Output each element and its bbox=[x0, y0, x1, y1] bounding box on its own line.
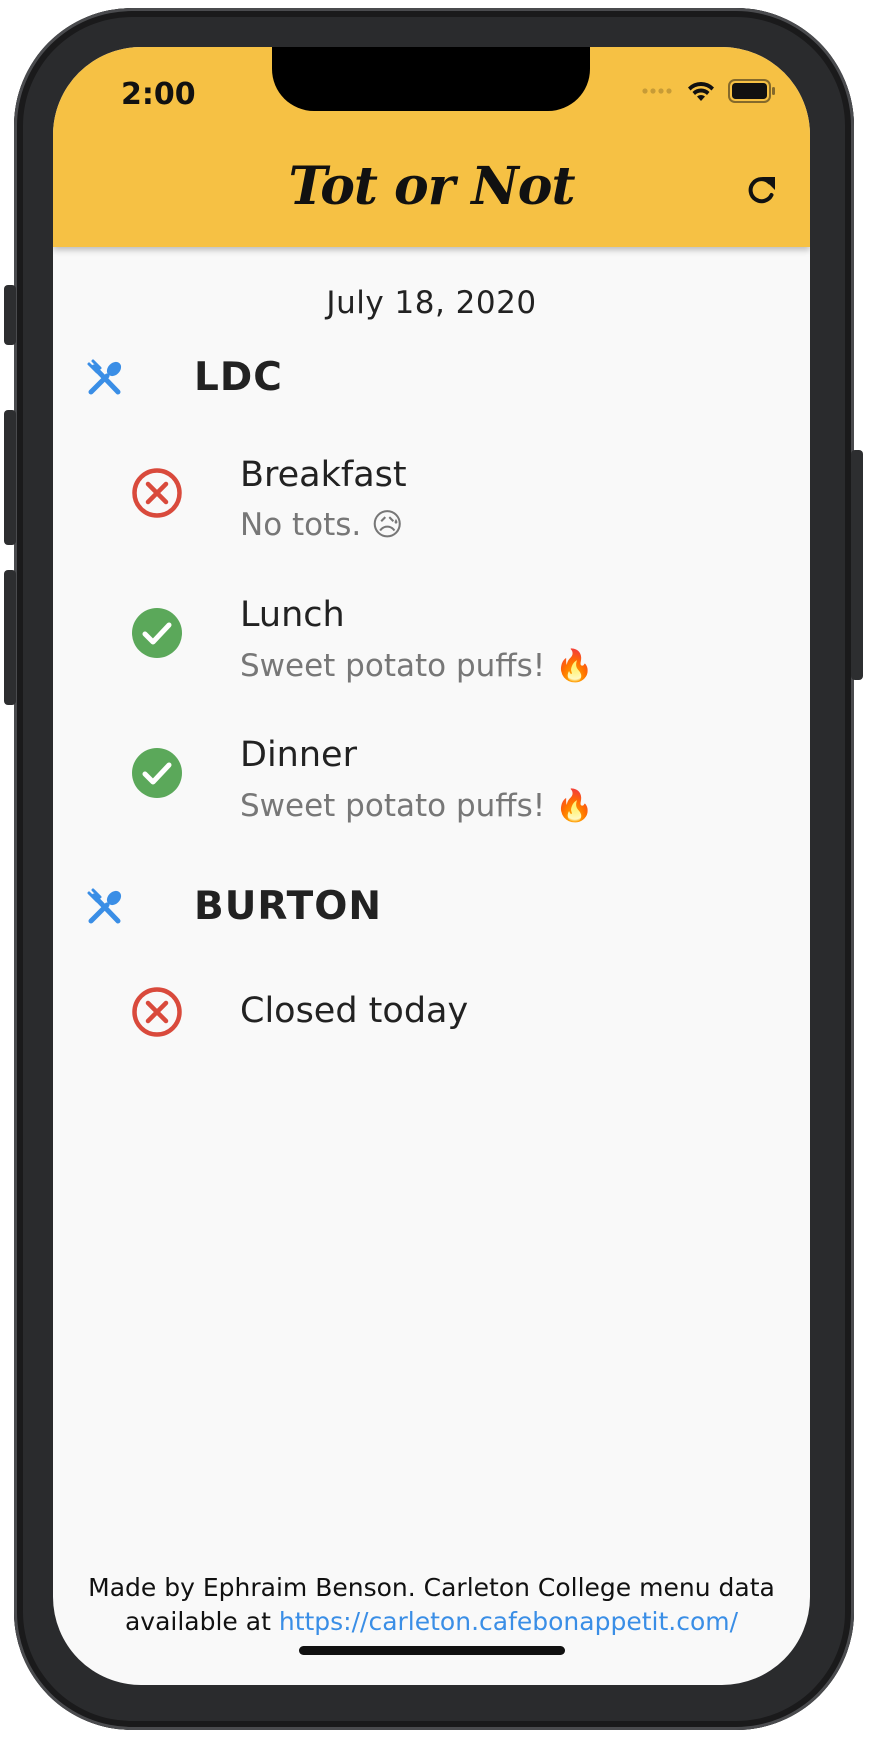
meal-name: Dinner bbox=[240, 735, 357, 775]
app-screen: 2:00 Tot or Not July 18, 2020 LDC Breakf… bbox=[53, 47, 810, 1685]
notch bbox=[272, 47, 590, 111]
refresh-icon[interactable] bbox=[742, 171, 782, 211]
utensils-icon bbox=[87, 359, 122, 395]
utensils-icon bbox=[87, 888, 122, 924]
meal-name: Breakfast bbox=[240, 455, 407, 495]
footer-credits: Made by Ephraim Benson. Carleton College… bbox=[53, 1571, 810, 1639]
check-circle-icon bbox=[132, 748, 182, 798]
status-icons bbox=[642, 79, 776, 103]
power-button bbox=[851, 450, 863, 680]
battery-icon bbox=[728, 79, 775, 103]
app-title: Tot or Not bbox=[288, 156, 576, 217]
x-circle-icon bbox=[132, 987, 182, 1037]
menu-data-link[interactable]: https://carleton.cafebonappetit.com/ bbox=[279, 1607, 738, 1636]
x-circle-icon bbox=[132, 468, 182, 518]
dining-hall-name: LDC bbox=[194, 355, 283, 400]
meal-name: Lunch bbox=[240, 595, 345, 635]
mute-switch bbox=[4, 285, 16, 345]
meal-description: Sweet potato puffs! 🔥 bbox=[240, 788, 594, 824]
meal-description: Sweet potato puffs! 🔥 bbox=[240, 648, 594, 684]
menu-date: July 18, 2020 bbox=[326, 285, 537, 321]
dining-hall-name: BURTON bbox=[194, 884, 383, 929]
check-circle-icon bbox=[132, 608, 182, 658]
cellular-signal-icon bbox=[642, 88, 672, 94]
home-indicator[interactable] bbox=[299, 1646, 565, 1655]
wifi-icon bbox=[688, 81, 714, 101]
volume-down-button bbox=[4, 570, 16, 705]
meal-description: No tots. 😥 bbox=[240, 507, 404, 543]
status-time: 2:00 bbox=[121, 77, 196, 112]
volume-up-button bbox=[4, 410, 16, 545]
meal-name: Closed today bbox=[240, 991, 469, 1031]
